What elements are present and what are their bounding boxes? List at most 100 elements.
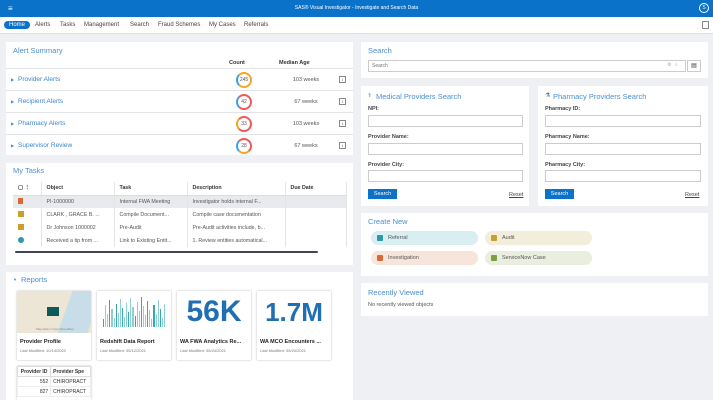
count-badge: 42 <box>236 94 252 110</box>
tab-alerts[interactable]: Alerts <box>35 22 50 28</box>
decorative-bar <box>136 302 138 327</box>
cell: CHIROPRACT <box>50 386 91 397</box>
column-header[interactable]: Task <box>114 182 188 196</box>
advanced-search-icon[interactable]: ▤ <box>687 60 701 72</box>
medical-icon: ⚕ <box>368 93 372 99</box>
horizontal-scrollbar[interactable] <box>15 251 318 253</box>
pharmacy-id-input[interactable] <box>545 115 701 127</box>
tab-home[interactable]: Home <box>4 20 31 29</box>
tab-management[interactable]: Management <box>84 22 119 28</box>
alert-label[interactable]: Recipient Alerts <box>18 98 63 105</box>
column-header[interactable]: Due Date <box>285 182 347 196</box>
decorative-bar <box>105 305 107 327</box>
alert-label[interactable]: Supervisor Review <box>18 142 72 149</box>
npi-input[interactable] <box>368 115 523 127</box>
table-row[interactable]: Dr Johnson 1000002 Pre-Audit Pre-Audit act… <box>13 221 347 234</box>
cell-object: Dr Johnson 1000002 <box>41 221 115 234</box>
search-input[interactable] <box>368 60 686 72</box>
report-modified: Last Modified: 05/24/2021 <box>180 348 227 353</box>
report-card[interactable]: 1.7M WA MCO Encounters ... Last Modified… <box>257 291 331 360</box>
decorative-bar <box>119 299 121 327</box>
table-row[interactable]: CLARK , GRACE B. ... Compile Document... C… <box>13 208 347 221</box>
decorative-bar <box>142 306 145 327</box>
pharmacy-icon: ⚗ <box>545 93 551 99</box>
search-panel: Search ⚙ ⌕ ▤ <box>361 42 708 78</box>
collapse-icon[interactable]: ▼ <box>13 277 17 282</box>
cell-due <box>285 208 347 221</box>
count-badge: 28 <box>236 138 252 154</box>
tasks-table: ▢ ⋮ Object Task Description Due Date PI-1000… <box>13 182 347 247</box>
column-header[interactable]: Description <box>187 182 286 196</box>
report-card[interactable]: Redshift Data Report Last Modified: 05/1… <box>97 291 171 360</box>
alert-label[interactable]: Pharmacy Alerts <box>18 120 65 127</box>
alert-row[interactable]: ▶ Pharmacy Alerts 33 103 weeks i <box>6 112 353 134</box>
reset-link[interactable]: Reset <box>509 192 523 198</box>
reset-link[interactable]: Reset <box>685 192 699 198</box>
user-icon[interactable]: S <box>699 3 709 13</box>
median-age: 103 weeks <box>292 77 320 83</box>
count-badge: 33 <box>236 116 252 132</box>
info-icon[interactable]: i <box>339 120 346 127</box>
audit-icon <box>18 210 24 217</box>
cell-due <box>285 221 347 234</box>
map-thumbnail: Map data © OpenStreetMap <box>17 291 91 333</box>
report-name: Redshift Data Report <box>100 339 155 345</box>
decorative-bar <box>147 301 149 327</box>
cell-due <box>285 234 347 247</box>
pill-label: ServiceNow Case <box>502 255 546 261</box>
cell-description: Investigator holds internal F... <box>187 195 286 208</box>
export-icon[interactable] <box>702 21 709 29</box>
pharmacy-name-input[interactable] <box>545 143 701 155</box>
map-credit: Map data © OpenStreetMap <box>36 327 74 331</box>
medical-providers-panel: ⚕ Medical Providers Search NPI: Provider… <box>361 86 529 206</box>
tab-fraud-schemes[interactable]: Fraud Schemes <box>158 22 200 28</box>
create-new-panel: Create New Referral Audit Investigation … <box>361 213 708 276</box>
pharmacy-city-input[interactable] <box>545 170 701 182</box>
column-header: Provider Spe <box>50 366 91 377</box>
create-servicenow-case-button[interactable]: ServiceNow Case <box>485 251 592 265</box>
cell-due <box>285 195 347 208</box>
cell-description: 1. Review entities automatical... <box>187 234 286 247</box>
main-nav: Home Alerts Tasks Management Search Frau… <box>0 17 713 34</box>
create-referral-button[interactable]: Referral <box>371 231 478 245</box>
cell: 552 <box>17 376 52 387</box>
tab-tasks[interactable]: Tasks <box>60 22 75 28</box>
report-card[interactable]: 56K WA FWA Analytics Re... Last Modified… <box>177 291 251 360</box>
report-table-card[interactable]: Provider ID Provider Spe 552 CHIROPRACT 82… <box>17 366 91 400</box>
table-row[interactable]: Received a tip from ... Link to Existing … <box>13 234 347 247</box>
column-header: Provider ID <box>17 366 52 377</box>
tab-my-cases[interactable]: My Cases <box>209 22 236 28</box>
field-label: Pharmacy ID: <box>545 106 581 112</box>
decorative-bar <box>159 309 161 327</box>
column-header[interactable]: Object <box>41 182 115 196</box>
info-icon[interactable]: i <box>339 76 346 83</box>
settings-icon[interactable]: ⚙ <box>667 62 671 68</box>
select-all-icon[interactable]: ▢ ⋮ <box>13 182 42 196</box>
panel-title: Alert Summary <box>13 46 63 55</box>
investigation-icon <box>377 255 383 261</box>
create-investigation-button[interactable]: Investigation <box>371 251 478 265</box>
referral-icon <box>377 235 383 241</box>
tab-search[interactable]: Search <box>130 22 149 28</box>
decorative-bar <box>161 318 163 327</box>
alert-label[interactable]: Provider Alerts <box>18 76 60 83</box>
search-icon[interactable]: ⌕ <box>675 62 678 68</box>
search-button[interactable]: Search <box>545 189 574 199</box>
tab-referrals[interactable]: Referrals <box>244 22 268 28</box>
report-card[interactable]: Map data © OpenStreetMap Provider Profil… <box>17 291 91 360</box>
alert-row[interactable]: ▶ Supervisor Review 28 67 weeks i <box>6 134 353 156</box>
info-icon[interactable]: i <box>339 98 346 105</box>
table-row[interactable]: PI-1000000 Internal FWA Meeting Investigat… <box>13 195 347 208</box>
provider-name-input[interactable] <box>368 143 523 155</box>
search-button[interactable]: Search <box>368 189 397 199</box>
info-icon[interactable]: i <box>339 142 346 149</box>
create-audit-button[interactable]: Audit <box>485 231 592 245</box>
decorative-bar <box>107 314 109 327</box>
alert-row[interactable]: ▶ Recipient Alerts 42 67 weeks i <box>6 90 353 112</box>
decorative-bar <box>140 297 142 327</box>
servicenow-case-icon <box>491 255 497 261</box>
provider-city-input[interactable] <box>368 170 523 182</box>
report-table: Provider ID Provider Spe 552 CHIROPRACT 82… <box>17 366 91 397</box>
alert-row[interactable]: ▶ Provider Alerts 245 103 weeks i <box>6 68 353 90</box>
decorative-bar <box>163 304 166 327</box>
